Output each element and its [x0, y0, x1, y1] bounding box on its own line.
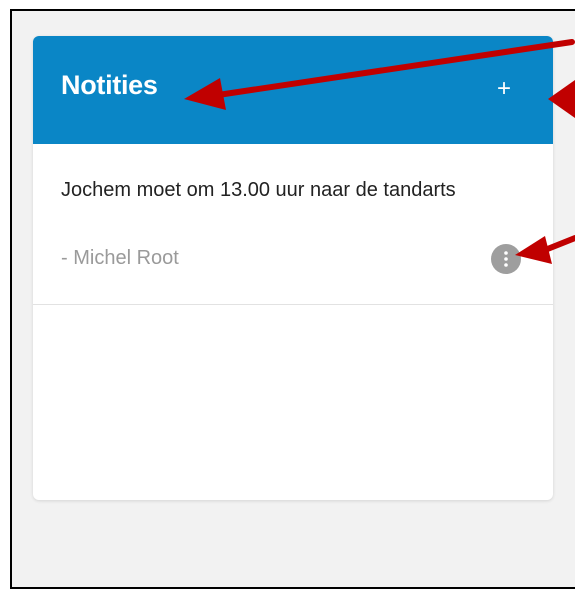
add-note-button[interactable]: + [489, 72, 519, 106]
note-menu-button[interactable] [491, 244, 521, 274]
note-author: - Michel Root [61, 247, 179, 269]
notes-panel-header: Notities + [33, 36, 553, 144]
note-text: Jochem moet om 13.00 uur naar de tandart… [61, 179, 456, 201]
panel-title: Notities [61, 70, 158, 100]
more-vertical-icon [504, 251, 508, 267]
note-item: Jochem moet om 13.00 uur naar de tandart… [33, 144, 553, 305]
notes-panel: Notities + Jochem moet om 13.00 uur naar… [33, 36, 553, 500]
